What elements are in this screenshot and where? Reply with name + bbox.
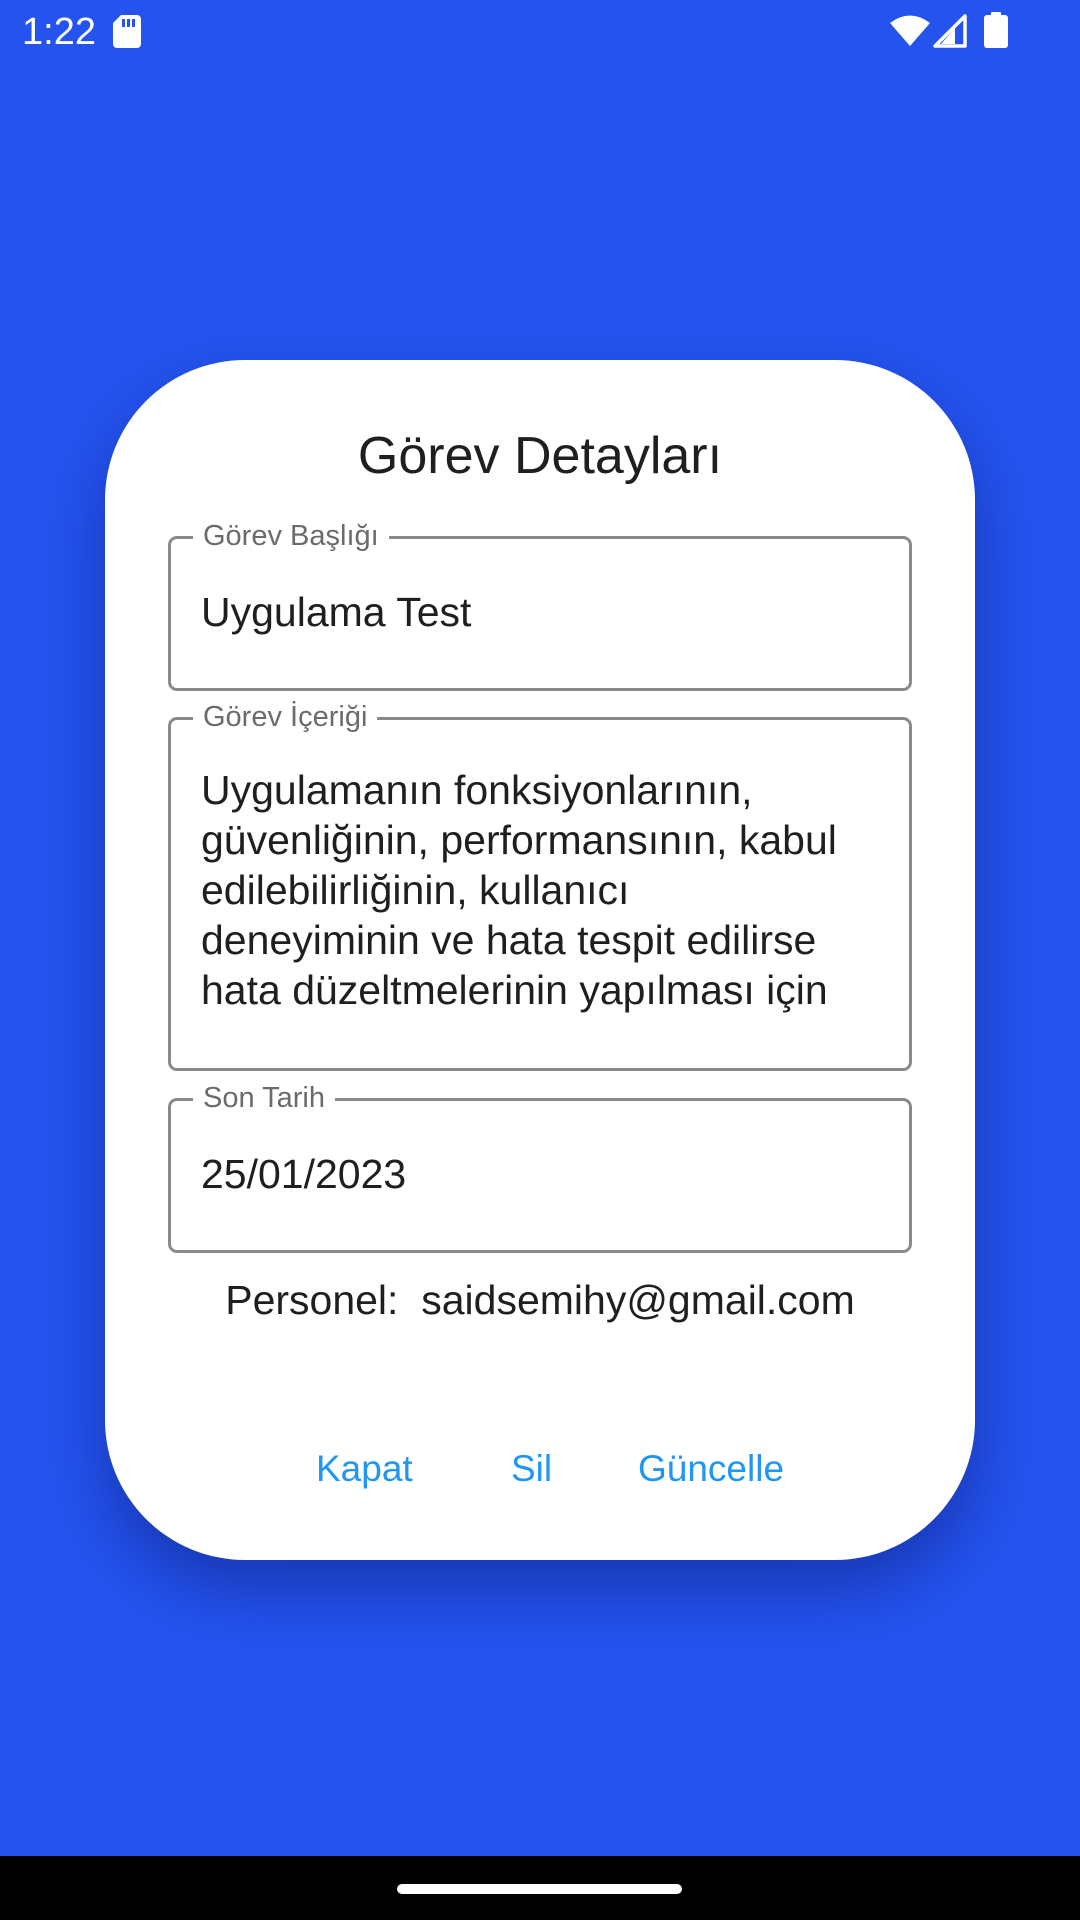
task-content-field[interactable]: Görev İçeriği Uygulamanın fonksiyonların… <box>168 700 912 1071</box>
close-button[interactable]: Kapat <box>316 1447 413 1491</box>
task-content-value[interactable]: Uygulamanın fonksiyonlarının, güvenliğin… <box>201 765 883 1015</box>
battery-icon <box>984 12 1008 48</box>
navigation-bar <box>0 1856 1080 1920</box>
due-date-label: Son Tarih <box>193 1081 335 1115</box>
status-bar: 1:22 <box>0 0 1080 64</box>
due-date-field[interactable]: Son Tarih 25/01/2023 <box>168 1081 912 1253</box>
task-title-value[interactable]: Uygulama Test <box>201 587 883 637</box>
task-content-label: Görev İçeriği <box>193 700 378 734</box>
sd-card-icon <box>113 15 141 48</box>
update-button[interactable]: Güncelle <box>638 1447 784 1491</box>
personnel-row: Personel: saidsemihy@gmail.com <box>105 1275 975 1325</box>
status-time: 1:22 <box>22 11 96 53</box>
personnel-email: saidsemihy@gmail.com <box>421 1277 855 1323</box>
wifi-icon <box>890 15 930 46</box>
task-details-dialog: Görev Detayları Görev Başlığı Uygulama T… <box>105 360 975 1560</box>
home-handle[interactable] <box>397 1884 682 1894</box>
dialog-title: Görev Detayları <box>357 427 723 485</box>
personnel-label: Personel: <box>225 1277 399 1323</box>
task-title-field[interactable]: Görev Başlığı Uygulama Test <box>168 519 912 691</box>
signal-icon <box>933 14 967 48</box>
task-title-label: Görev Başlığı <box>193 519 389 553</box>
delete-button[interactable]: Sil <box>511 1447 552 1491</box>
due-date-value[interactable]: 25/01/2023 <box>201 1149 883 1199</box>
